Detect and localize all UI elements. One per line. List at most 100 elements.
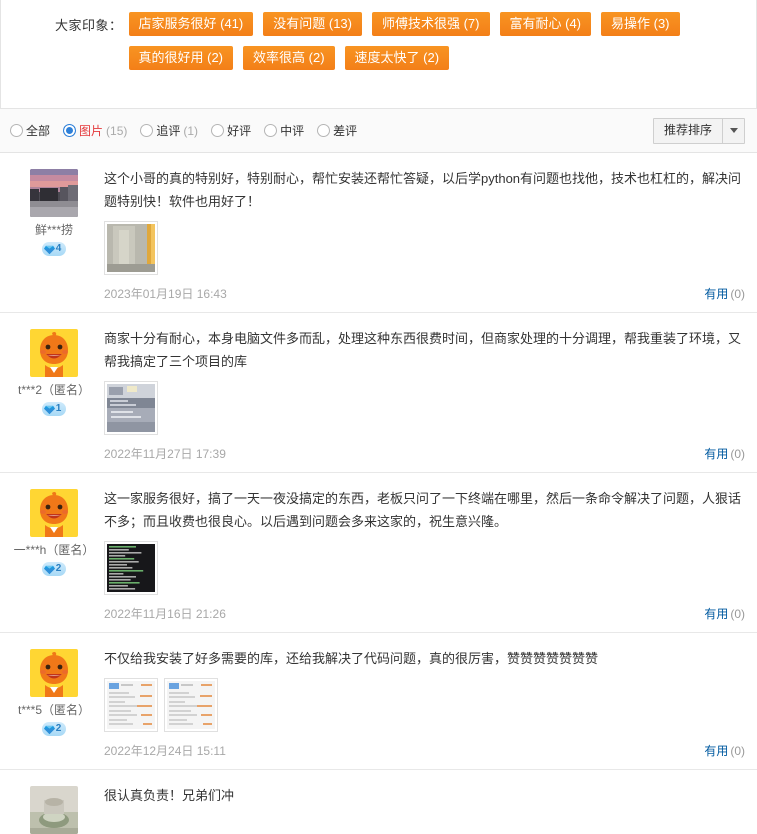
user-level-value: 4	[55, 243, 62, 254]
review-item: t***2（匿名） 1 商家十分有耐心，本身电脑文件多而乱，处理这种东西很费时间，…	[0, 313, 757, 473]
review-body: 很认真负责！兄弟们冲	[96, 784, 745, 834]
review-user-column: t***5（匿名） 2	[12, 647, 96, 759]
avatar[interactable]	[30, 489, 78, 537]
filter-radio-group: 全部 图片 (15) 追评 (1) 好评 中评 差评	[10, 122, 653, 139]
avatar[interactable]	[30, 786, 78, 834]
user-level-value: 1	[55, 403, 62, 414]
review-thumbnail[interactable]	[104, 541, 158, 595]
filter-option-中评[interactable]: 中评	[264, 122, 304, 139]
useful-button[interactable]: 有用 (0)	[704, 285, 745, 302]
useful-label: 有用	[704, 744, 729, 758]
useful-button[interactable]: 有用 (0)	[704, 742, 745, 759]
radio-button-icon[interactable]	[211, 124, 225, 137]
impression-tag-list: 店家服务很好 (41) 没有问题 (13) 师傅技术很强 (7) 富有耐心 (4) 易操…	[128, 12, 739, 80]
review-item: t***5（匿名） 2 不仅给我安装了好多需要的库，还给我解决了代码问题，真的很厉…	[0, 633, 757, 770]
filter-option-count: (15)	[106, 123, 128, 138]
filter-option-count: (1)	[183, 123, 199, 138]
review-username: t***2（匿名）	[17, 383, 91, 397]
user-level-value: 2	[55, 723, 62, 734]
useful-count: (0)	[730, 607, 745, 621]
user-level-badge: 2	[41, 722, 67, 736]
review-thumbnail-list	[104, 541, 745, 595]
filter-option-label: 差评	[333, 124, 358, 138]
review-user-column: 鲜***捞 4	[12, 167, 96, 302]
review-username: t***5（匿名）	[17, 703, 91, 717]
review-thumbnail[interactable]	[164, 678, 218, 732]
review-footer: 2022年12月24日 15:11 有用 (0)	[104, 742, 745, 759]
review-text: 不仅给我安装了好多需要的库，还给我解决了代码问题，真的很厉害，赞赞赞赞赞赞赞	[104, 651, 599, 666]
filter-option-图片[interactable]: 图片 (15)	[63, 122, 127, 139]
review-list: 鲜***捞 4 这个小哥的真的特别好，特别耐心，帮忙安装还帮忙答疑，以后学pyth…	[0, 153, 757, 834]
avatar[interactable]	[30, 649, 78, 697]
radio-button-icon[interactable]	[140, 124, 154, 137]
review-date: 2022年11月16日 21:26	[104, 607, 226, 621]
impression-tag[interactable]: 真的很好用 (2)	[128, 46, 234, 70]
filter-option-差评[interactable]: 差评	[317, 122, 357, 139]
review-username: 一***h（匿名）	[13, 543, 95, 557]
review-body: 这个小哥的真的特别好，特别耐心，帮忙安装还帮忙答疑，以后学python有问题也找…	[96, 167, 745, 302]
impression-label: 大家印象：	[55, 18, 123, 33]
radio-button-icon[interactable]	[317, 124, 331, 137]
impression-tag[interactable]: 富有耐心 (4)	[499, 12, 592, 36]
useful-label: 有用	[704, 447, 729, 461]
sort-dropdown[interactable]: 推荐排序	[652, 117, 745, 144]
filter-option-label: 全部	[26, 124, 51, 138]
filter-option-label: 好评	[227, 124, 252, 138]
review-item: 很认真负责！兄弟们冲	[0, 770, 757, 834]
user-level-badge: 2	[41, 562, 67, 576]
review-body: 商家十分有耐心，本身电脑文件多而乱，处理这种东西很费时间，但商家处理的十分调理，…	[96, 327, 745, 462]
review-footer: 2022年11月16日 21:26 有用 (0)	[104, 605, 745, 622]
useful-button[interactable]: 有用 (0)	[704, 445, 745, 462]
review-date: 2022年12月24日 15:11	[104, 744, 226, 758]
impression-box: 大家印象： 店家服务很好 (41) 没有问题 (13) 师傅技术很强 (7) 富有耐心…	[0, 0, 757, 109]
impression-tag[interactable]: 易操作 (3)	[601, 12, 680, 36]
avatar[interactable]	[30, 169, 78, 217]
impression-tag[interactable]: 师傅技术很强 (7)	[371, 12, 490, 36]
filter-option-追评[interactable]: 追评 (1)	[140, 122, 198, 139]
filter-option-全部[interactable]: 全部	[10, 122, 50, 139]
radio-button-icon[interactable]	[63, 124, 77, 137]
user-level-badge: 4	[41, 242, 67, 256]
review-thumbnail-list	[104, 381, 745, 435]
diamond-icon	[43, 565, 55, 574]
review-footer: 2023年01月19日 16:43 有用 (0)	[104, 285, 745, 302]
review-thumbnail[interactable]	[104, 678, 158, 732]
review-item: 一***h（匿名） 2 这一家服务很好，搞了一天一夜没搞定的东西，老板只问了一下终…	[0, 473, 757, 633]
review-body: 不仅给我安装了好多需要的库，还给我解决了代码问题，真的很厉害，赞赞赞赞赞赞赞 2…	[96, 647, 745, 759]
filter-option-好评[interactable]: 好评	[211, 122, 251, 139]
review-text: 商家十分有耐心，本身电脑文件多而乱，处理这种东西很费时间，但商家处理的十分调理，…	[104, 331, 742, 369]
filter-option-label: 图片	[79, 124, 104, 138]
useful-button[interactable]: 有用 (0)	[704, 605, 745, 622]
review-text: 这一家服务很好，搞了一天一夜没搞定的东西，老板只问了一下终端在哪里，然后一条命令…	[104, 491, 742, 529]
diamond-icon	[43, 405, 55, 414]
useful-label: 有用	[704, 607, 729, 621]
diamond-icon	[43, 725, 55, 734]
sort-dropdown-label: 推荐排序	[663, 122, 712, 137]
review-footer: 2022年11月27日 17:39 有用 (0)	[104, 445, 745, 462]
review-user-column: 一***h（匿名） 2	[12, 487, 96, 622]
review-date: 2023年01月19日 16:43	[104, 287, 227, 301]
filter-option-label: 中评	[280, 124, 305, 138]
chevron-down-icon[interactable]	[722, 118, 744, 143]
review-thumbnail[interactable]	[104, 381, 158, 435]
review-text: 很认真负责！兄弟们冲	[104, 788, 235, 803]
diamond-icon	[43, 245, 55, 254]
review-item: 鲜***捞 4 这个小哥的真的特别好，特别耐心，帮忙安装还帮忙答疑，以后学pyth…	[0, 153, 757, 313]
filter-option-label: 追评	[156, 124, 181, 138]
radio-button-icon[interactable]	[264, 124, 278, 137]
useful-label: 有用	[704, 287, 729, 301]
impression-tag[interactable]: 店家服务很好 (41)	[128, 12, 254, 36]
review-filter-bar: 全部 图片 (15) 追评 (1) 好评 中评 差评 推荐排序	[0, 109, 757, 153]
avatar[interactable]	[30, 329, 78, 377]
review-thumbnail-list	[104, 221, 745, 275]
impression-tag[interactable]: 效率很高 (2)	[243, 46, 335, 70]
review-body: 这一家服务很好，搞了一天一夜没搞定的东西，老板只问了一下终端在哪里，然后一条命令…	[96, 487, 745, 622]
useful-count: (0)	[730, 287, 745, 301]
radio-button-icon[interactable]	[10, 124, 23, 137]
useful-count: (0)	[730, 744, 745, 758]
review-user-column	[12, 784, 96, 834]
impression-tag[interactable]: 速度太快了 (2)	[344, 46, 450, 70]
review-text: 这个小哥的真的特别好，特别耐心，帮忙安装还帮忙答疑，以后学python有问题也找…	[104, 171, 742, 209]
review-thumbnail[interactable]	[104, 221, 158, 275]
impression-tag[interactable]: 没有问题 (13)	[263, 12, 362, 36]
